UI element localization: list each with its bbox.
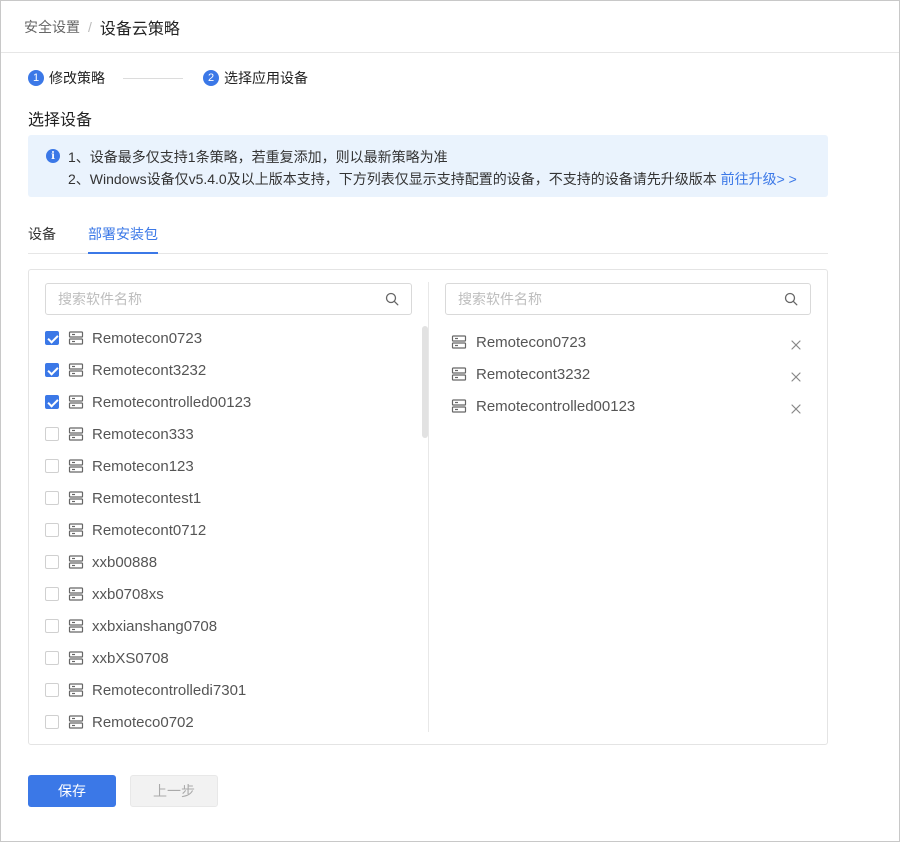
selected-device-list: Remotecon0723 Remotecont3232 Remotecontrol…: [445, 326, 815, 422]
save-button[interactable]: 保存: [28, 775, 116, 807]
server-icon: [68, 331, 84, 345]
list-item: Remotecontrolled00123: [445, 390, 815, 422]
right-search-input[interactable]: [446, 284, 810, 314]
server-icon: [68, 427, 84, 441]
server-icon: [68, 363, 84, 377]
server-icon: [451, 335, 467, 349]
list-item[interactable]: Remotecont0712: [45, 514, 405, 546]
item-label: Remotecontrolledi7301: [92, 681, 247, 699]
list-item[interactable]: Remotecont3232: [45, 354, 405, 386]
list-item[interactable]: xxbxianshang0708: [45, 610, 405, 642]
server-icon: [68, 619, 84, 633]
server-icon: [68, 587, 84, 601]
notice-line-1: 1、设备最多仅支持1条策略，若重复添加，则以最新策略为准: [68, 149, 448, 165]
item-label: Remotecont3232: [92, 361, 207, 379]
item-checkbox[interactable]: [45, 555, 59, 569]
item-label: Remoteco0702: [92, 713, 194, 731]
server-icon: [68, 523, 84, 537]
upgrade-link[interactable]: 前往升级> >: [721, 171, 797, 187]
item-label: xxb0708xs: [92, 585, 164, 603]
step-1-label: 修改策略: [49, 70, 105, 86]
item-checkbox[interactable]: [45, 459, 59, 473]
breadcrumb-current: 设备云策略: [99, 20, 180, 38]
server-icon: [68, 715, 84, 729]
item-checkbox[interactable]: [45, 715, 59, 729]
close-icon[interactable]: [791, 369, 801, 382]
item-label: Remotecont0712: [92, 521, 207, 539]
item-checkbox[interactable]: [45, 331, 59, 345]
source-device-list: Remotecon0723 Remotecont3232 Remotecontrol…: [45, 322, 405, 742]
notice-line-2-text: 2、Windows设备仅v5.4.0及以上版本支持，下方列表仅显示支持配置的设备…: [68, 171, 717, 187]
list-item[interactable]: Remotecon123: [45, 450, 405, 482]
item-label: Remotecontrolled00123: [476, 397, 636, 415]
list-item: Remotecon0723: [445, 326, 815, 358]
item-label: Remotecon0723: [476, 333, 587, 351]
right-search-box: [445, 283, 811, 315]
list-item[interactable]: Remotecon0723: [45, 322, 405, 354]
breadcrumb-separator: /: [88, 18, 92, 35]
item-checkbox[interactable]: [45, 491, 59, 505]
section-title: 选择设备: [28, 112, 93, 129]
close-icon[interactable]: [791, 337, 801, 350]
item-label: xxbxianshang0708: [92, 617, 218, 635]
step-2-number: 2: [203, 70, 219, 86]
step-1-number: 1: [28, 70, 44, 86]
list-item[interactable]: Remoteco0702: [45, 706, 405, 738]
panel-divider: [428, 282, 429, 732]
item-checkbox[interactable]: [45, 683, 59, 697]
notice-banner: i 1、设备最多仅支持1条策略，若重复添加，则以最新策略为准 2、Windows…: [28, 135, 828, 197]
item-label: Remotecontest1: [92, 489, 202, 507]
search-icon[interactable]: [784, 292, 798, 306]
server-icon: [68, 683, 84, 697]
left-search-box: [45, 283, 412, 315]
item-label: Remotecont3232: [476, 365, 591, 383]
server-icon: [68, 459, 84, 473]
item-checkbox[interactable]: [45, 427, 59, 441]
notice-line-2: 2、Windows设备仅v5.4.0及以上版本支持，下方列表仅显示支持配置的设备…: [68, 169, 797, 189]
item-checkbox[interactable]: [45, 651, 59, 665]
item-label: xxb00888: [92, 553, 158, 571]
step-connector: [123, 77, 183, 79]
item-label: xxbXS0708: [92, 649, 169, 667]
list-item[interactable]: Remotecontrolled00123: [45, 386, 405, 418]
step-2-label: 选择应用设备: [224, 70, 308, 86]
list-item[interactable]: Remotecontest1: [45, 482, 405, 514]
server-icon: [68, 395, 84, 409]
step-2[interactable]: 2 选择应用设备: [203, 68, 308, 88]
list-item[interactable]: Remotecontrolledi7301: [45, 674, 405, 706]
info-icon: i: [46, 149, 60, 163]
previous-step-button[interactable]: 上一步: [130, 775, 218, 807]
breadcrumb-parent[interactable]: 安全设置: [24, 17, 80, 37]
tab-deploy-package[interactable]: 部署安装包: [88, 224, 158, 254]
item-label: Remotecon0723: [92, 329, 203, 347]
list-item[interactable]: Remotecon333: [45, 418, 405, 450]
list-item[interactable]: xxbXS0708: [45, 642, 405, 674]
breadcrumb: 安全设置 / 设备云策略: [1, 1, 899, 53]
close-icon[interactable]: [791, 401, 801, 414]
list-item[interactable]: xxb0708xs: [45, 578, 405, 610]
item-label: Remotecon333: [92, 425, 194, 443]
list-item: Remotecont3232: [445, 358, 815, 390]
tab-bar: 设备 部署安装包: [28, 224, 828, 254]
tab-devices[interactable]: 设备: [28, 224, 56, 254]
item-checkbox[interactable]: [45, 363, 59, 377]
search-icon[interactable]: [385, 292, 399, 306]
left-search-input[interactable]: [46, 284, 411, 314]
server-icon: [68, 555, 84, 569]
item-checkbox[interactable]: [45, 587, 59, 601]
list-item[interactable]: xxb00888: [45, 546, 405, 578]
step-1[interactable]: 1 修改策略: [28, 68, 105, 88]
server-icon: [68, 651, 84, 665]
item-label: Remotecontrolled00123: [92, 393, 252, 411]
server-icon: [68, 491, 84, 505]
transfer-panel: Remotecon0723 Remotecont3232 Remotecontrol…: [28, 269, 828, 745]
item-label: Remotecon123: [92, 457, 194, 475]
server-icon: [451, 399, 467, 413]
server-icon: [451, 367, 467, 381]
item-checkbox[interactable]: [45, 619, 59, 633]
step-indicator: 1 修改策略 2 选择应用设备: [28, 68, 308, 88]
item-checkbox[interactable]: [45, 523, 59, 537]
item-checkbox[interactable]: [45, 395, 59, 409]
